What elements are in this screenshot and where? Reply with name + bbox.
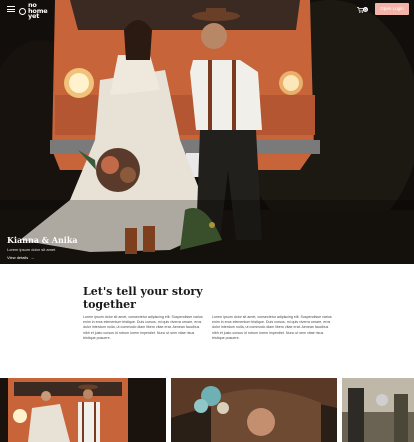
gallery-thumb-2[interactable] xyxy=(171,378,337,442)
hero-photo xyxy=(0,0,414,264)
gallery-strip xyxy=(0,378,414,442)
gallery-photo-couple xyxy=(0,378,166,442)
arrow-right-icon: → xyxy=(30,255,35,260)
hero-caption: Kianna & Anika Lorem ipsum dolor sit ame… xyxy=(7,235,78,260)
view-details-label: View details xyxy=(7,255,29,260)
logo-mark-icon xyxy=(19,7,26,15)
gallery-photo-outdoor xyxy=(342,378,414,442)
hero-title: Kianna & Anika xyxy=(7,235,78,245)
site-logo[interactable]: no home yet xyxy=(19,1,48,20)
logo-text: no home yet xyxy=(28,1,48,20)
story-paragraph-1: Lorem ipsum dolor sit amet, consectetur … xyxy=(83,315,203,340)
story-title: Let's tell your story together xyxy=(83,285,203,311)
cart-count-badge: 0 xyxy=(363,7,368,12)
site-header: no home yet 0 Open Login xyxy=(0,0,414,20)
hero-section: no home yet 0 Open Login Kianna & Anika … xyxy=(0,0,414,264)
story-section: Let's tell your story together Lorem ips… xyxy=(0,264,414,378)
gallery-thumb-1[interactable] xyxy=(0,378,166,442)
hero-subtitle: Lorem ipsum dolor sit amet xyxy=(7,247,56,252)
gallery-photo-hat-flowers xyxy=(171,378,337,442)
gallery-thumb-3[interactable] xyxy=(342,378,414,442)
story-paragraph-2: Lorem ipsum dolor sit amet, consectetur … xyxy=(212,315,332,340)
open-login-button[interactable]: Open Login xyxy=(375,3,409,15)
view-details-link[interactable]: View details → xyxy=(7,255,78,260)
menu-icon[interactable] xyxy=(7,6,15,12)
